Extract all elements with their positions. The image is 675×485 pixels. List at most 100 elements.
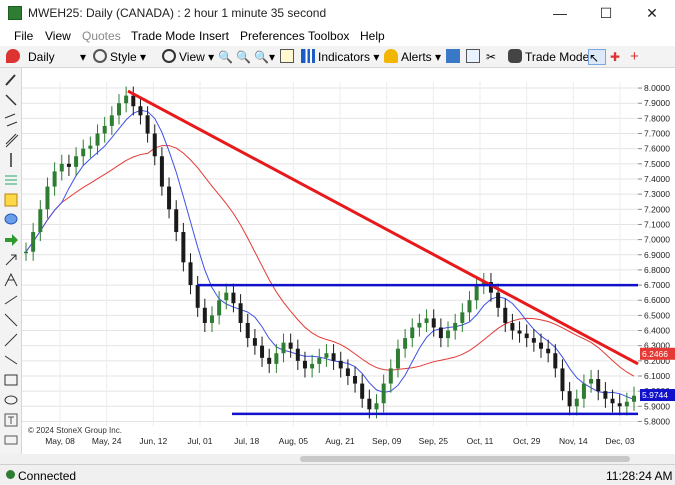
style-button[interactable]: Style ▾ [93, 49, 146, 65]
price-chart[interactable]: 8.0000 7.9000 7.8000 7.7000 7.6000 7.5000 7.40… [22, 68, 675, 454]
cycle-icon[interactable] [3, 352, 19, 368]
cursor-pointer-icon[interactable]: ↖ [588, 49, 606, 65]
interval-value: Daily [28, 50, 55, 64]
drawing-tools-sidebar [0, 68, 22, 454]
note-icon[interactable] [3, 192, 19, 208]
candle-body [496, 292, 501, 308]
channel-icon[interactable] [3, 112, 19, 128]
view-button[interactable]: View ▾ [162, 49, 214, 65]
zoom-select-icon[interactable]: 🔍▾ [254, 49, 275, 65]
minimize-icon[interactable]: — [537, 0, 583, 26]
trade-mode-button[interactable]: Trade Mode [508, 49, 589, 65]
zoom-out-icon[interactable]: 🔍 [236, 49, 251, 65]
close-icon[interactable]: ✕ [629, 0, 675, 26]
candle-body [74, 156, 79, 167]
clock: 11:28:24 AM [606, 469, 673, 483]
candle-body [252, 338, 257, 346]
menu-preferences[interactable]: Preferences [240, 29, 305, 43]
menu-trade-mode[interactable]: Trade Mode [131, 29, 195, 43]
menu-help[interactable]: Help [360, 29, 385, 43]
y-tick-label: 7.6000 [644, 144, 670, 154]
snapshot-icon[interactable] [466, 49, 483, 65]
menu-toolbox[interactable]: Toolbox [308, 29, 349, 43]
text-icon[interactable] [3, 412, 19, 428]
angle-icon[interactable] [3, 332, 19, 348]
candle-body [438, 327, 443, 339]
x-tick-label: Sep, 09 [372, 436, 402, 446]
x-tick-label: May, 24 [92, 436, 122, 446]
vertical-line-icon[interactable] [3, 152, 19, 168]
candle-body [617, 403, 622, 407]
crosshair-cross-icon[interactable]: + [630, 49, 639, 65]
candle-body [539, 342, 544, 349]
arrow-icon[interactable] [3, 252, 19, 268]
candle-body [260, 345, 265, 358]
ellipse-icon[interactable] [3, 392, 19, 408]
title-bar: MWEH25: Daily (CANADA) : 2 hour 1 minute… [0, 0, 675, 26]
candle-body [202, 307, 207, 323]
chart-props-icon[interactable] [280, 49, 297, 65]
candle-body [310, 363, 315, 369]
pin-icon[interactable] [6, 49, 23, 65]
candle-body [116, 103, 121, 116]
candle-body [524, 333, 529, 339]
candle-body [446, 330, 451, 339]
menu-insert[interactable]: Insert [199, 29, 229, 43]
y-tick-label: 6.6000 [644, 295, 670, 305]
menu-quotes[interactable]: Quotes [82, 29, 121, 43]
callout-icon[interactable] [3, 212, 19, 228]
candle-body [546, 348, 551, 354]
candle-body [474, 285, 479, 301]
chart-canvas[interactable]: 8.0000 7.9000 7.8000 7.7000 7.6000 7.5000 7.40… [22, 68, 675, 454]
more-tools-icon[interactable] [3, 432, 19, 448]
candle-body [152, 133, 157, 157]
arrow-right-icon[interactable] [3, 232, 19, 248]
menu-view[interactable]: View [45, 29, 71, 43]
candle-body [531, 338, 536, 343]
diagonal-icon[interactable] [3, 312, 19, 328]
horizontal-scrollbar[interactable] [0, 454, 675, 464]
candle-body [52, 171, 57, 187]
candle-body [24, 251, 28, 254]
x-tick-label: Nov, 14 [559, 436, 588, 446]
candle-body [95, 133, 100, 146]
candle-body [417, 322, 422, 328]
pen-icon[interactable] [3, 72, 19, 88]
crosshair-icon[interactable]: ✚ [610, 49, 620, 65]
candle-body [360, 383, 365, 399]
alerts-button[interactable]: Alerts ▾ [384, 49, 441, 65]
candle-body [145, 115, 150, 134]
candle-body [102, 125, 107, 134]
rectangle-icon[interactable] [3, 372, 19, 388]
ray-icon[interactable] [3, 292, 19, 308]
candle-body [403, 338, 408, 349]
y-tick-label: 5.9000 [644, 401, 670, 411]
fibonacci-icon[interactable] [3, 172, 19, 188]
menu-file[interactable]: File [14, 29, 33, 43]
candle-body [281, 342, 286, 354]
indicators-button[interactable]: Indicators ▾ [301, 49, 379, 65]
scrollbar-thumb[interactable] [300, 456, 630, 462]
layout-icon[interactable] [446, 49, 463, 65]
app-logo-icon [8, 6, 22, 20]
interval-select[interactable]: Daily ▾ [28, 49, 86, 65]
pitchfork-icon[interactable] [3, 272, 19, 288]
candle-body [38, 209, 43, 233]
parallel-lines-icon[interactable] [3, 132, 19, 148]
x-tick-label: Jun, 12 [139, 436, 167, 446]
line-icon[interactable] [3, 92, 19, 108]
candle-body [632, 395, 636, 402]
candle-body [517, 330, 522, 334]
scissors-icon[interactable]: ✂ [486, 49, 496, 65]
candle-body [109, 115, 114, 126]
candle-body [424, 318, 429, 323]
y-tick-label: 6.5000 [644, 310, 670, 320]
zoom-in-icon[interactable]: 🔍 [218, 49, 233, 65]
x-tick-label: Oct, 11 [467, 436, 494, 446]
maximize-icon[interactable]: ☐ [583, 0, 629, 26]
trade-mode-label: Trade Mode [525, 50, 590, 64]
candle-body [610, 398, 615, 404]
y-tick-label: 7.8000 [644, 113, 670, 123]
candle-body [231, 292, 236, 304]
status-bar: Connected 11:28:24 AM [0, 464, 675, 485]
